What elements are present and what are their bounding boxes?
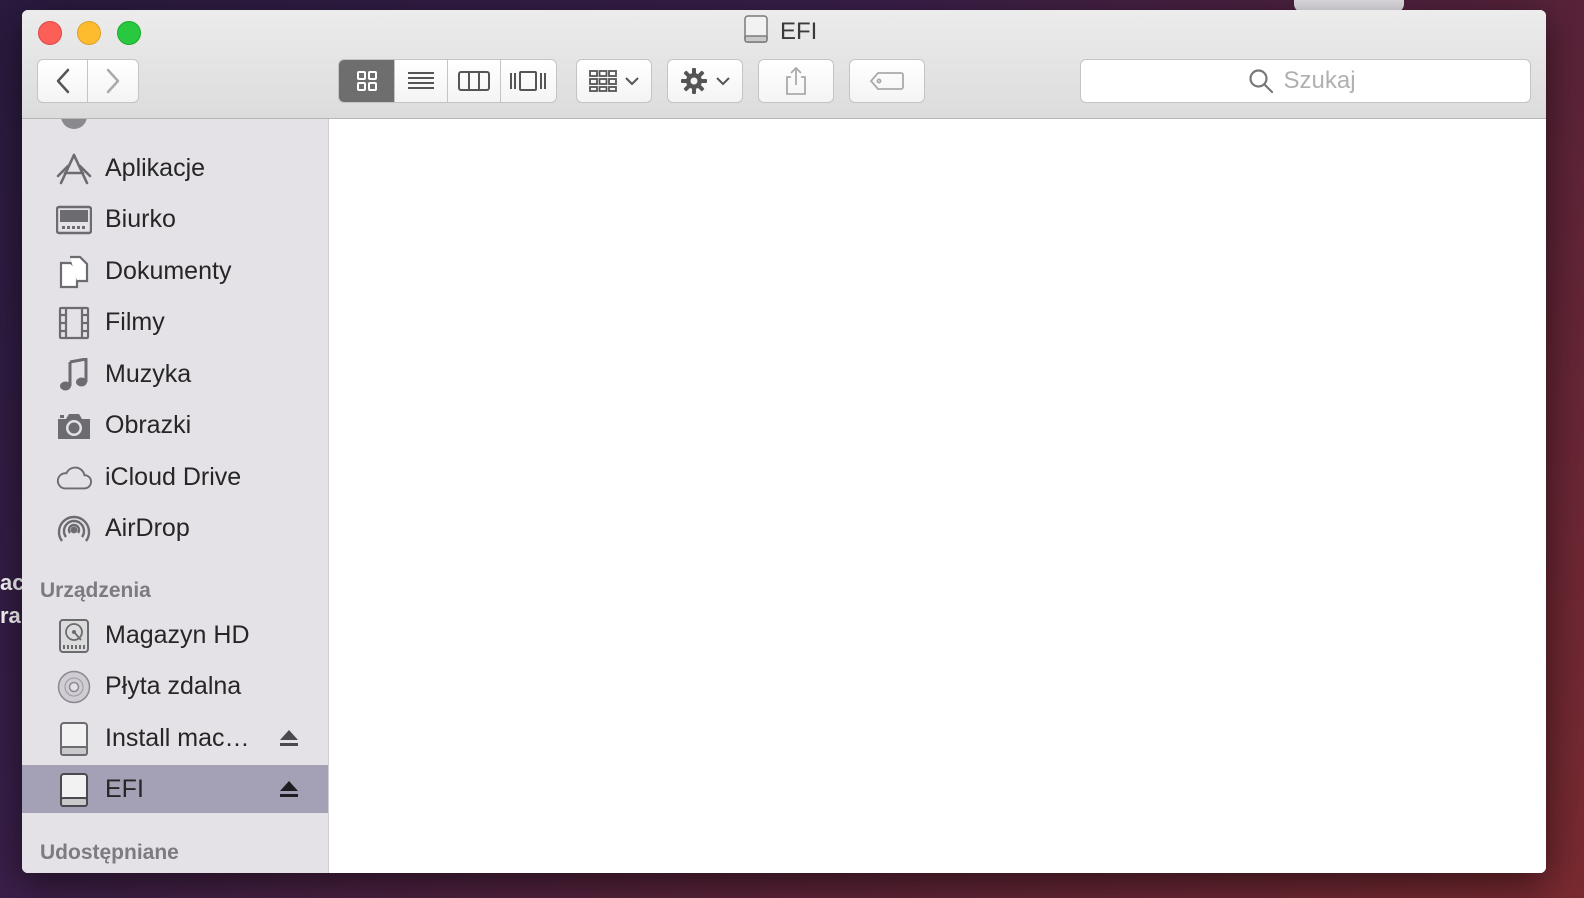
desktop-icon-label: ac [0,570,25,595]
movies-icon [56,306,92,340]
list-view-button[interactable] [395,60,448,102]
sidebar-item-install-macos[interactable]: Install mac… [22,714,328,762]
window-title-text: EFI [780,18,818,45]
cover-flow-icon [510,71,547,91]
chevron-left-icon [56,68,69,94]
desktop-icon-label: ra [0,603,21,628]
action-button[interactable] [667,59,743,103]
share-button[interactable] [758,59,834,103]
sidebar-item-magazyn-hd[interactable]: Magazyn HD [22,611,328,659]
sidebar-item-airdrop[interactable]: AirDrop [22,504,328,552]
camera-icon [56,409,92,443]
file-browser-content[interactable] [330,119,1546,873]
eject-icon[interactable] [278,778,300,800]
arrange-button[interactable] [576,59,652,103]
sidebar-item-desktop[interactable]: Biurko [22,195,328,243]
sidebar-item-pictures[interactable]: Obrazki [22,401,328,449]
documents-icon [56,255,92,289]
chevron-down-icon [716,77,730,86]
external-drive-icon [56,722,92,756]
sidebar-item-partial[interactable] [22,119,328,139]
navigation-buttons [37,59,139,103]
column-view-button[interactable] [448,60,501,102]
cloud-icon [56,461,92,495]
sidebar-item-applications[interactable]: Aplikacje [22,144,328,192]
tags-button[interactable] [849,59,925,103]
shared-section-header: Udostępniane [40,841,179,864]
search-input[interactable] [1283,67,1364,95]
sidebar-item-efi[interactable]: EFI [22,765,328,813]
minimize-button[interactable] [77,21,101,45]
grid-icon [356,71,377,91]
applications-icon [56,152,92,186]
devices-section-header: Urządzenia [40,579,151,602]
clock-icon [61,119,87,129]
sidebar-item-music[interactable]: Muzyka [22,350,328,398]
music-icon [56,358,92,392]
list-icon [408,72,435,89]
drive-icon [742,14,770,51]
share-icon [786,66,806,95]
columns-icon [457,71,490,91]
sidebar-item-movies[interactable]: Filmy [22,298,328,346]
window-title: EFI [742,14,818,51]
toolbar: EFI [22,10,1546,119]
icon-view-button[interactable] [339,60,396,102]
gear-icon [681,68,707,94]
external-drive-icon [56,773,92,807]
arrange-icon [589,70,617,92]
eject-icon[interactable] [278,727,300,749]
sidebar-item-documents[interactable]: Dokumenty [22,247,328,295]
back-button[interactable] [38,60,89,102]
forward-button[interactable] [88,60,138,102]
hard-drive-icon [56,619,92,653]
sidebar-item-remote-disc[interactable]: Płyta zdalna [22,662,328,710]
airdrop-icon [56,512,92,546]
zoom-button[interactable] [117,21,141,45]
search-icon [1248,69,1273,94]
chevron-down-icon [625,77,639,86]
tag-icon [869,72,904,90]
close-button[interactable] [38,21,62,45]
optical-disc-icon [56,670,92,704]
sidebar-item-icloud-drive[interactable]: iCloud Drive [22,453,328,501]
finder-window: EFI Szukaj Aplikacje Biurko Dokumenty Fi… [22,10,1546,873]
cover-flow-button[interactable] [501,60,556,102]
view-mode-control [338,59,557,103]
chevron-right-icon [106,68,120,94]
desktop-icon [56,203,92,237]
search-field[interactable] [1080,59,1531,103]
sidebar: Aplikacje Biurko Dokumenty Filmy Muzyka … [22,119,329,873]
